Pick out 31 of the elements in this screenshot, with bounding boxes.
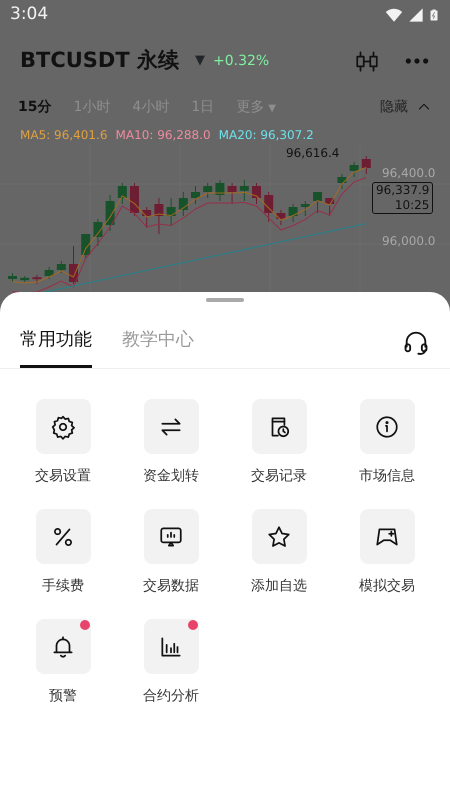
function-label: 资金划转	[143, 467, 199, 486]
status-time: 3:04	[10, 3, 48, 26]
function-item[interactable]: 合约分析	[117, 619, 225, 707]
function-label: 添加自选	[251, 577, 307, 596]
function-item[interactable]: 添加自选	[225, 509, 333, 597]
moving-average-value: MA10: 96,288.0	[116, 127, 211, 144]
price-axis-label: 96,000.0	[382, 233, 436, 250]
function-label: 市场信息	[359, 467, 415, 486]
moving-average-value: MA5: 96,401.6	[20, 127, 108, 144]
candle-countdown: 10:25	[394, 198, 430, 213]
moving-average-value: MA20: 96,307.2	[218, 127, 314, 144]
function-label: 模拟交易	[359, 577, 415, 596]
function-label: 交易记录	[251, 467, 307, 486]
function-label: 交易数据	[143, 577, 199, 596]
sheet-tab[interactable]: 常用功能	[20, 326, 92, 368]
function-item[interactable]: 交易数据	[117, 509, 225, 597]
function-label: 手续费	[42, 577, 84, 596]
function-label: 交易设置	[35, 467, 91, 486]
function-item[interactable]: 市场信息	[333, 399, 441, 487]
function-item[interactable]: 资金划转	[117, 399, 225, 487]
function-item[interactable]: 手续费	[9, 509, 117, 597]
function-item[interactable]: 预警	[9, 619, 117, 707]
function-item[interactable]: 交易记录	[225, 399, 333, 487]
price-change: +0.32%	[213, 52, 270, 70]
last-price: 96,337.9	[376, 183, 430, 198]
function-item[interactable]: 模拟交易	[333, 509, 441, 597]
function-item[interactable]: 交易设置	[9, 399, 117, 487]
price-axis-label: 96,400.0	[382, 165, 436, 182]
function-label: 合约分析	[143, 687, 199, 706]
function-label: 预警	[49, 687, 77, 706]
caret-icon: ▼	[268, 102, 276, 114]
